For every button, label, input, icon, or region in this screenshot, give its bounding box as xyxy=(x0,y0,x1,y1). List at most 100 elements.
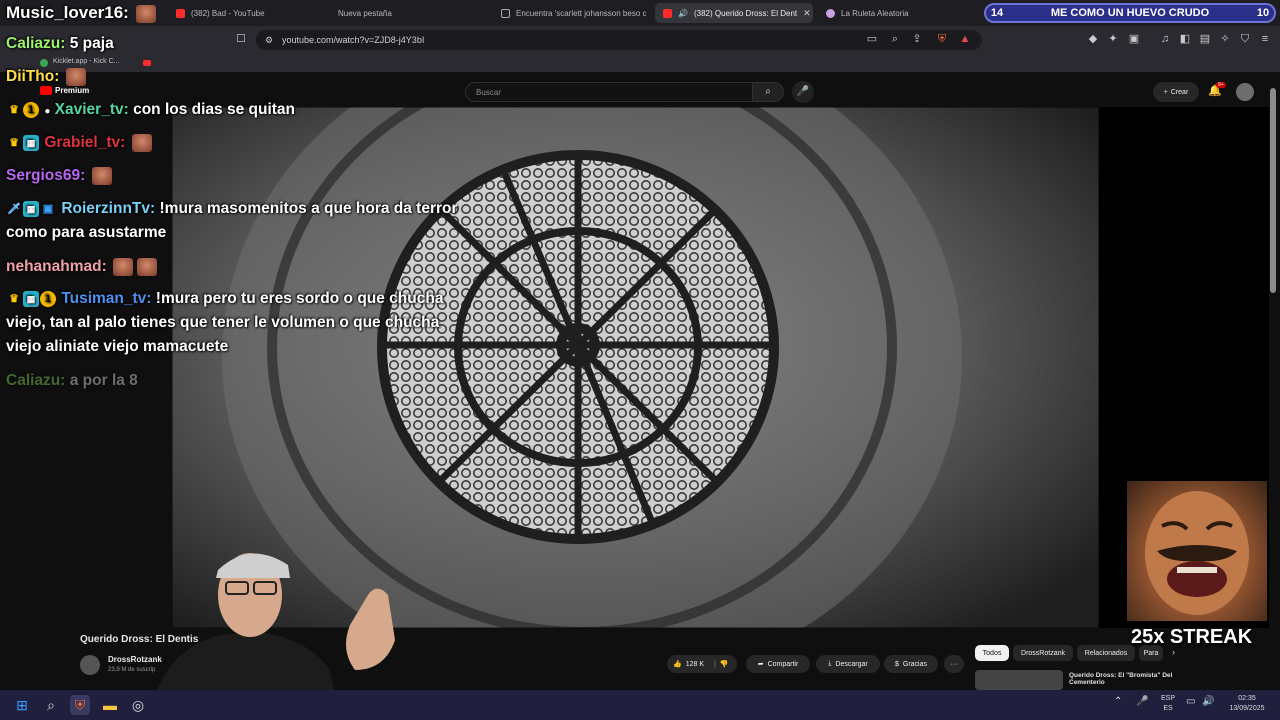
chat-text: 5 paja xyxy=(69,35,114,52)
menu-icon[interactable]: ≡ xyxy=(1258,32,1272,46)
chat-message: 🗡 ▦ ▣ RoierzinnTv: !mura masomenitos a que… xyxy=(6,197,458,245)
chat-message: ♛ ▦ Grabiel_tv: xyxy=(6,131,154,155)
clock-time: 02:35 xyxy=(1238,695,1256,702)
chip-label: Para xyxy=(1143,649,1159,657)
banner-right-count: 10 xyxy=(1256,7,1270,19)
thanks-icon: $ xyxy=(894,660,899,668)
language-indicator[interactable]: ESP ES xyxy=(1158,694,1178,714)
face-emote-icon xyxy=(131,133,152,152)
chat-username: Sergios69: xyxy=(6,167,86,184)
taskbar xyxy=(0,690,1280,720)
tab-label: Encuentra 'scarlett johansson beso c xyxy=(516,8,647,18)
network-icon[interactable]: ▭ xyxy=(1186,697,1195,707)
url-text: youtube.com/watch?v=ZJD8-j4Y3bI xyxy=(282,35,425,45)
language-code: ESP xyxy=(1160,695,1175,702)
streamer-name: Music_lover16: xyxy=(6,3,129,22)
tab-ruleta[interactable]: La Ruleta Aleatoria xyxy=(818,3,978,23)
chip-todos[interactable]: Todos xyxy=(975,645,1009,661)
tab-new[interactable]: Nueva pestaña xyxy=(330,3,490,23)
chat-text-continued: viejo aliniate viejo mamacuete xyxy=(6,338,229,355)
chat-text-continued: viejo, tan al palo tienes que tener le v… xyxy=(6,314,440,331)
share-icon[interactable]: ⇪ xyxy=(910,32,924,46)
account-avatar[interactable] xyxy=(1236,83,1254,101)
bookmark-icon[interactable]: ☐ xyxy=(234,32,248,46)
challenge-banner: 14 ME COMO UN HUEVO CRUDO 10 xyxy=(984,3,1276,23)
like-count: 128 K xyxy=(685,660,705,668)
vpn-icon[interactable]: ⛉ xyxy=(1238,32,1252,46)
download-button[interactable]: ⤓ Descargar xyxy=(816,655,880,673)
search-button[interactable]: ⌕ xyxy=(752,82,784,102)
search-icon[interactable]: ⌕ xyxy=(41,695,61,715)
recommended-title[interactable]: Querido Dross: El "Bromista" Del Cemente… xyxy=(1069,672,1179,686)
chat-text: a por la 8 xyxy=(69,372,138,389)
tab-label: La Ruleta Aleatoria xyxy=(841,8,909,18)
number-one-badge-icon: 1 xyxy=(40,290,56,307)
tab-label: Nueva pestaña xyxy=(338,8,392,18)
like-button[interactable]: 👍 128 K | 👎 xyxy=(667,655,737,673)
face-emote-icon xyxy=(91,166,112,185)
channel-avatar[interactable] xyxy=(80,655,100,675)
crown-badge-icon: ♛ xyxy=(9,136,19,149)
ruleta-favicon-icon xyxy=(826,8,835,18)
chip-drossrotzank[interactable]: DrossRotzank xyxy=(1013,645,1073,661)
thanks-button[interactable]: $ Gracias xyxy=(884,655,938,673)
gift-badge-icon: ▣ xyxy=(42,202,54,215)
chip-relacionados[interactable]: Relacionados xyxy=(1077,645,1135,661)
tab-search[interactable]: Encuentra 'scarlett johansson beso c xyxy=(493,3,653,23)
zoom-icon[interactable]: ⌕ xyxy=(888,32,902,46)
brave-shield-icon[interactable]: ⛨ xyxy=(935,32,949,46)
page-scrollbar[interactable] xyxy=(1270,88,1276,293)
tab-bad-youtube[interactable]: (382) Bad - YouTube xyxy=(168,3,328,23)
sidebar-icon[interactable]: ◧ xyxy=(1178,32,1192,46)
extension-icon[interactable]: ◆ xyxy=(1086,32,1100,46)
recommended-thumbnail[interactable] xyxy=(975,670,1063,690)
screenshot-icon[interactable]: ▣ xyxy=(1127,32,1141,46)
music-icon[interactable]: ♫ xyxy=(1158,32,1172,46)
chat-username: Tusiman_tv: xyxy=(61,290,152,307)
chat-text-continued: como para asustarme xyxy=(6,224,167,241)
chat-text: !mura pero tu eres sordo o que chucha xyxy=(155,290,444,307)
leo-icon[interactable]: ✧ xyxy=(1218,32,1232,46)
chat-username: Grabiel_tv: xyxy=(44,134,126,151)
reader-icon[interactable]: ▭ xyxy=(865,32,879,46)
crown-badge-icon: ♛ xyxy=(9,103,19,116)
wallet-icon[interactable]: ▤ xyxy=(1198,32,1212,46)
thumbs-down-icon[interactable]: 👎 xyxy=(720,660,729,668)
brave-browser-icon[interactable]: ⛨ xyxy=(70,695,90,715)
more-icon: ··· xyxy=(950,660,958,668)
create-label: Crear xyxy=(1170,88,1189,96)
chat-username: Xavier_tv: xyxy=(54,101,129,118)
streak-counter: 25x STREAK xyxy=(1131,626,1253,648)
tab-label: (382) Querido Dross: El Dent xyxy=(693,8,798,18)
face-emote-icon xyxy=(65,67,86,86)
divider: | xyxy=(714,660,716,668)
bookmark-kicklet[interactable]: Kicklet.app - Kick C... xyxy=(53,58,120,65)
puzzle-icon[interactable]: ✦ xyxy=(1106,32,1120,46)
speaker-icon: 🔊 xyxy=(678,8,688,18)
chat-message: DiiTho: xyxy=(6,65,88,89)
tray-expand-icon[interactable]: ⌃ xyxy=(1114,697,1122,707)
chat-message: ♛ 1 ● Xavier_tv: con los dias se quitan xyxy=(6,98,295,124)
clock[interactable]: 02:35 13/09/2025 xyxy=(1222,694,1272,714)
tab-querido-dross[interactable]: 🔊 (382) Querido Dross: El Dent ✕ xyxy=(655,3,813,23)
brave-rewards-icon[interactable]: ▲ xyxy=(958,32,972,46)
volume-icon[interactable]: 🔊 xyxy=(1202,697,1214,707)
more-actions-button[interactable]: ··· xyxy=(944,655,964,673)
microphone-tray-icon[interactable]: 🎤 xyxy=(1136,697,1148,707)
youtube-bookmark-icon[interactable] xyxy=(143,60,151,66)
microphone-icon[interactable]: 🎤 xyxy=(792,81,814,103)
share-button[interactable]: ➦ Compartir xyxy=(746,655,810,673)
chat-username: RoierzinnTv: xyxy=(61,200,156,217)
youtube-favicon-icon xyxy=(176,8,185,18)
search-input[interactable]: Buscar xyxy=(465,82,753,102)
create-button[interactable]: + Crear xyxy=(1153,82,1199,102)
app-icon[interactable]: ◎ xyxy=(128,695,148,715)
close-tab-icon[interactable]: ✕ xyxy=(803,8,811,19)
tiktok-favicon-icon xyxy=(501,8,510,18)
sub-badge-icon: ▦ xyxy=(23,200,39,217)
file-explorer-icon[interactable]: ▬ xyxy=(100,695,120,715)
share-arrow-icon: ➦ xyxy=(757,661,764,668)
banner-left-count: 14 xyxy=(990,7,1004,19)
windows-start-icon[interactable]: ⊞ xyxy=(12,695,32,715)
site-info-icon[interactable]: ⚙ xyxy=(262,33,276,47)
